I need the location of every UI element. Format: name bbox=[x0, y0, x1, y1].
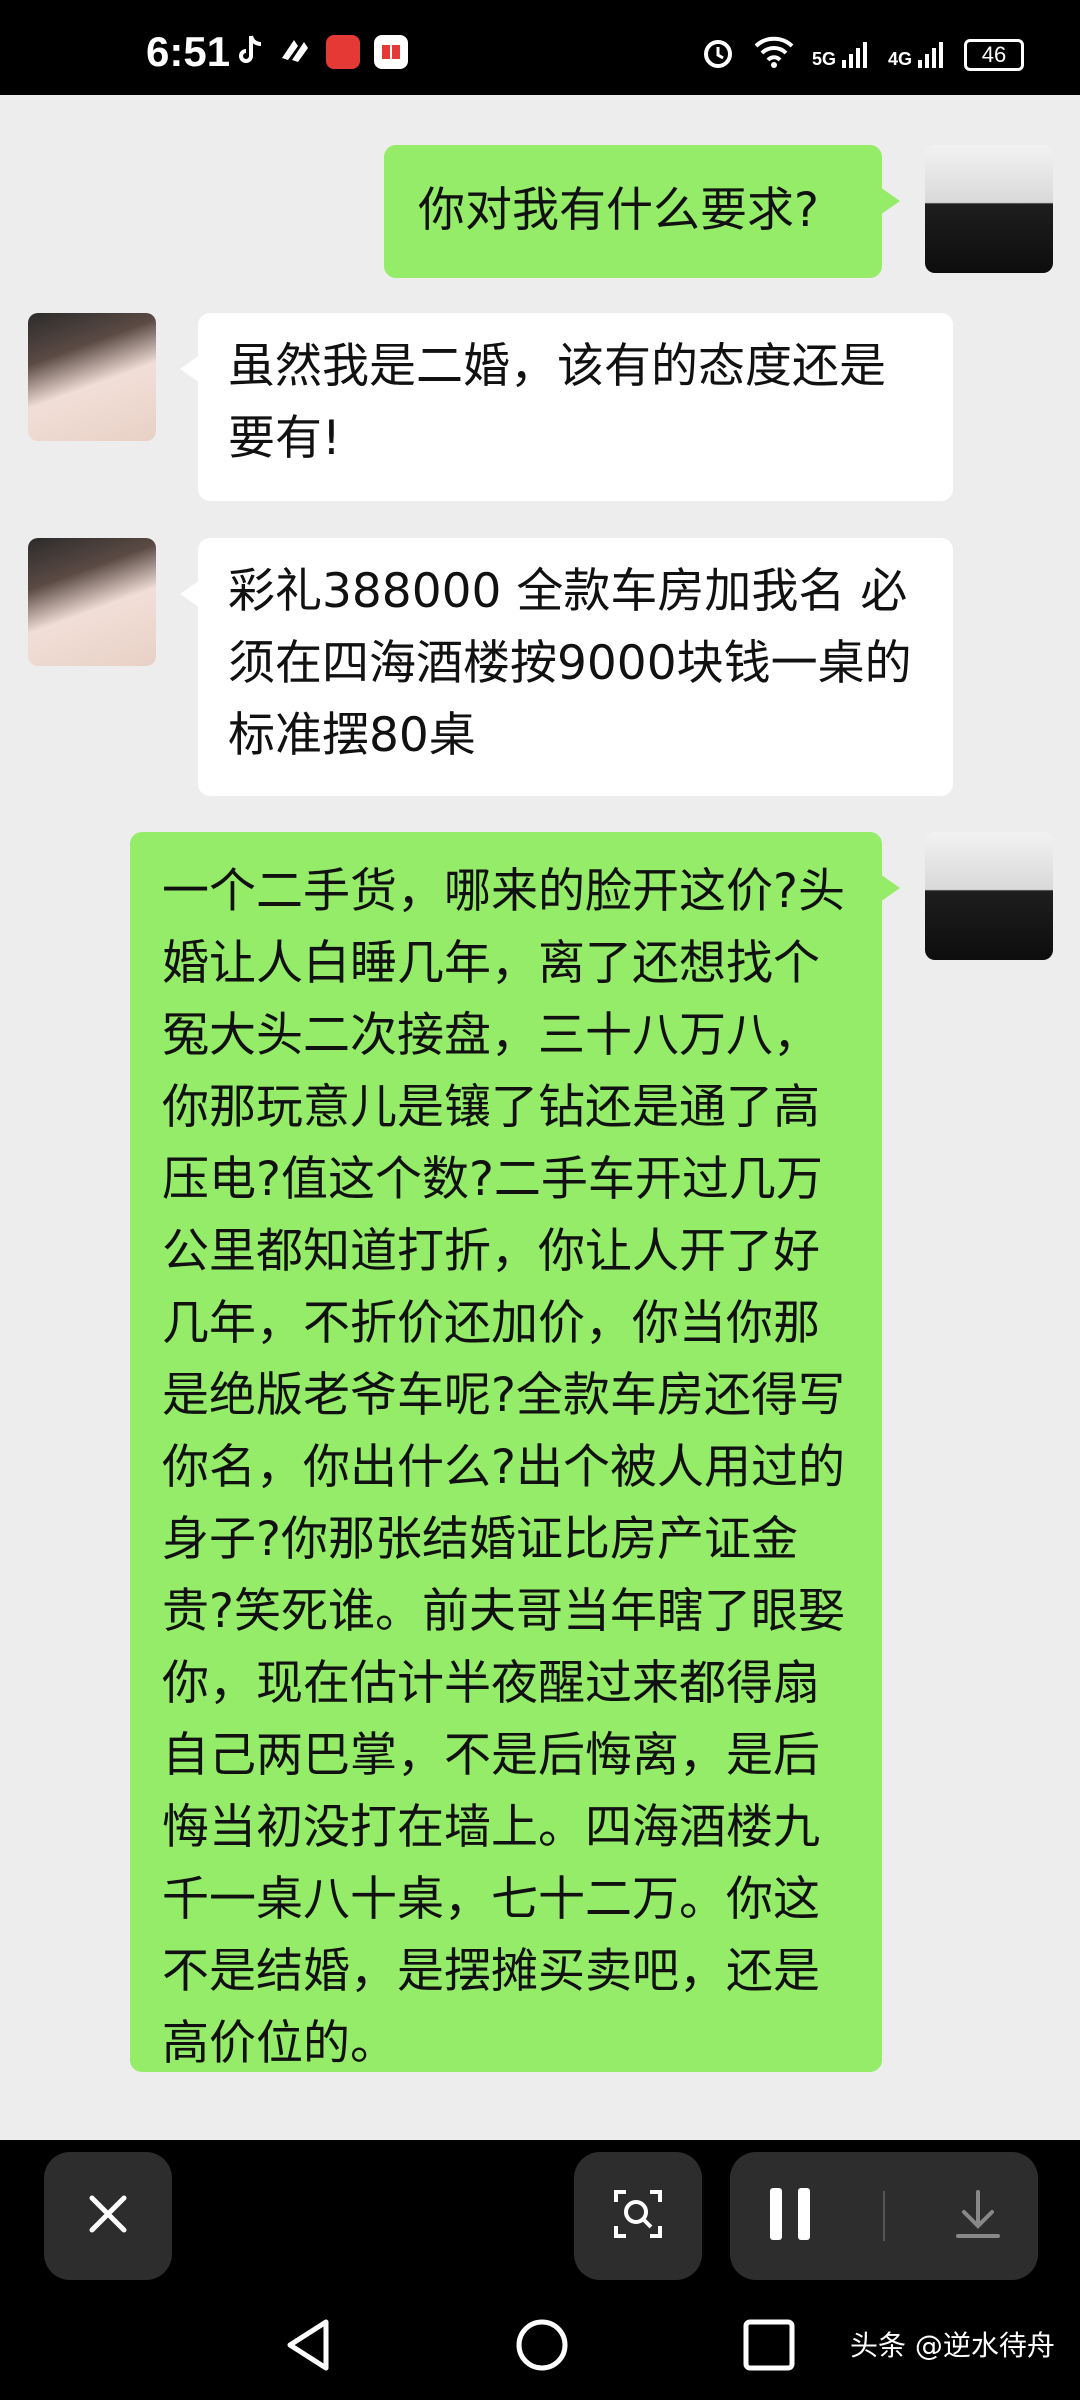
message-text: 虽然我是二婚，该有的态度还是要有! bbox=[228, 339, 886, 466]
alarm-icon bbox=[700, 34, 736, 76]
battery-level: 46 bbox=[981, 42, 1007, 67]
recents-icon[interactable] bbox=[742, 2318, 796, 2376]
image-search-button[interactable] bbox=[574, 2152, 702, 2280]
download-icon[interactable] bbox=[950, 2186, 1006, 2246]
status-bar: 6:51 5G 4G 46 bbox=[0, 0, 1080, 95]
male-avatar bbox=[925, 832, 1053, 960]
notification-icons bbox=[236, 34, 408, 70]
chat-bubble-sent: 一个二手货，哪来的脸开这价?头婚让人白睡几年，离了还想找个冤大头二次接盘，三十八… bbox=[130, 832, 900, 2072]
navigation-bar: 头条 @逆水待舟 bbox=[0, 2290, 1080, 2400]
battery-icon: 46 bbox=[964, 39, 1024, 71]
signal-4g-icon: 4G bbox=[888, 40, 946, 70]
female-avatar bbox=[28, 538, 156, 666]
signal-5g-icon: 5G bbox=[812, 40, 870, 70]
message-text: 彩礼388000 全款车房加我名 必须在四海酒楼按9000块钱一桌的标准摆80桌 bbox=[228, 564, 912, 763]
back-icon[interactable] bbox=[280, 2316, 336, 2378]
female-avatar bbox=[28, 313, 156, 441]
network-5g-label: 5G bbox=[811, 49, 836, 69]
chat-screenshot: 你对我有什么要求? 虽然我是二婚，该有的态度还是要有! 彩礼388000 全款车… bbox=[0, 95, 1080, 2140]
close-button[interactable] bbox=[44, 2152, 172, 2280]
close-icon bbox=[84, 2190, 132, 2242]
chat-bubble-sent: 你对我有什么要求? bbox=[384, 145, 900, 278]
male-avatar bbox=[925, 145, 1053, 273]
pause-icon[interactable] bbox=[762, 2184, 818, 2248]
book-app-icon bbox=[374, 35, 408, 69]
app-notification-icon bbox=[326, 35, 360, 69]
divider bbox=[882, 2191, 885, 2241]
home-icon[interactable] bbox=[513, 2316, 571, 2378]
message-text: 你对我有什么要求? bbox=[418, 183, 819, 238]
image-search-icon bbox=[610, 2186, 666, 2246]
network-4g-label: 4G bbox=[887, 49, 912, 69]
wifi-icon bbox=[754, 36, 794, 74]
tiktok-icon bbox=[236, 34, 264, 70]
watermark: 头条 @逆水待舟 bbox=[850, 2329, 1055, 2362]
chat-bubble-received: 彩礼388000 全款车房加我名 必须在四海酒楼按9000块钱一桌的标准摆80桌 bbox=[180, 538, 953, 796]
system-icons: 5G 4G 46 bbox=[700, 34, 1024, 76]
screenshot-toolbar bbox=[0, 2140, 1080, 2290]
playback-controls bbox=[730, 2152, 1038, 2280]
app-icon bbox=[278, 34, 312, 70]
message-text: 一个二手货，哪来的脸开这价?头婚让人白睡几年，离了还想找个冤大头二次接盘，三十八… bbox=[162, 864, 845, 2071]
chat-bubble-received: 虽然我是二婚，该有的态度还是要有! bbox=[180, 313, 953, 501]
status-time: 6:51 bbox=[146, 28, 231, 75]
